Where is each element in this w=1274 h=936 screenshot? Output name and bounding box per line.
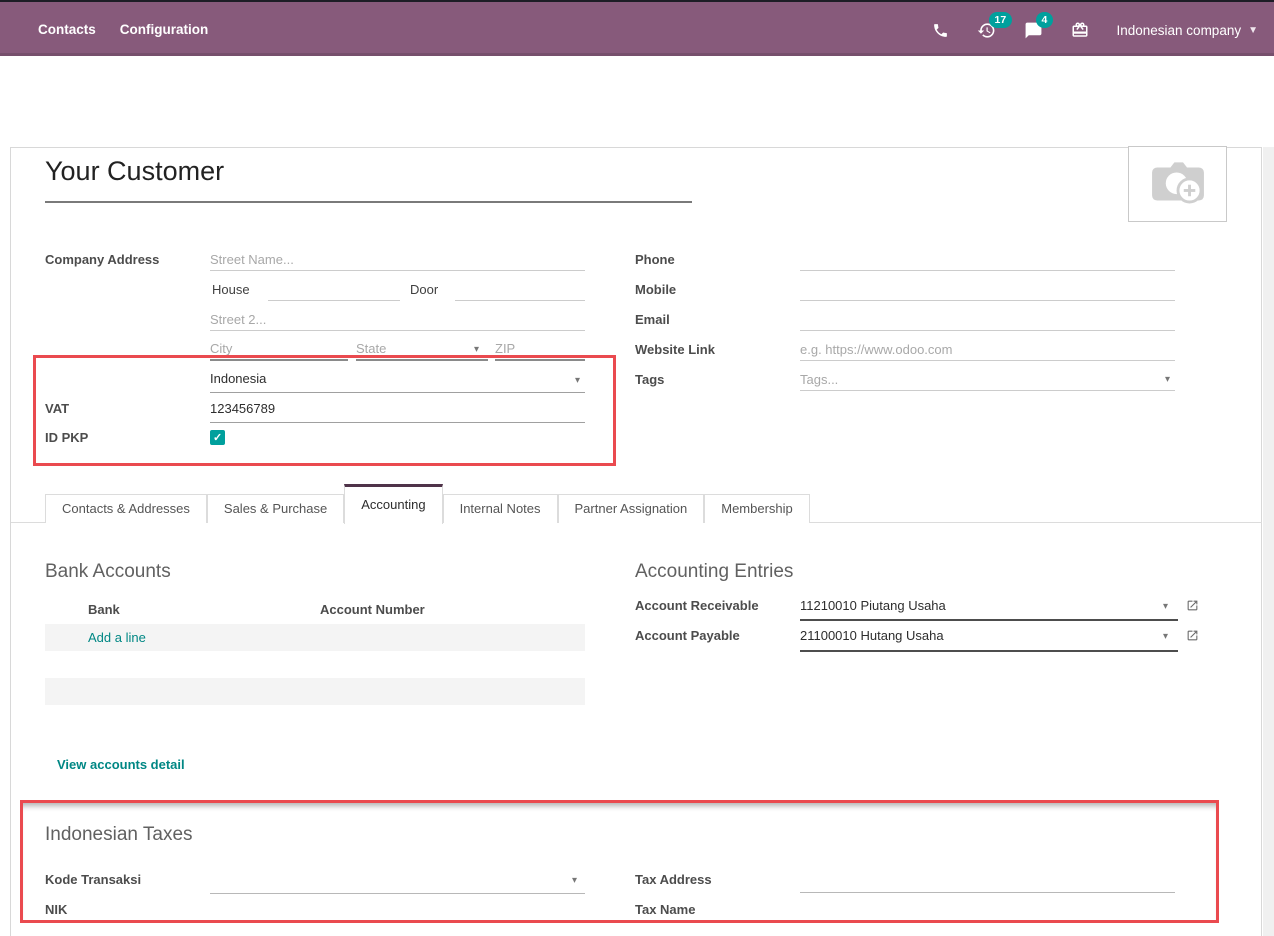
tax-name-label: Tax Name [635,902,695,917]
house-label: House [212,282,250,297]
account-payable-label: Account Payable [635,628,740,643]
kode-transaksi-underline [210,893,585,894]
contact-image-placeholder[interactable] [1128,146,1227,222]
title-underline [45,201,692,203]
street2-input[interactable] [210,310,585,331]
indonesian-taxes-heading: Indonesian Taxes [45,824,193,846]
bank-table-header: Bank Account Number [45,596,585,624]
tab-partner-assignation[interactable]: Partner Assignation [558,494,705,523]
zip-input[interactable] [495,340,585,361]
state-caret-down-icon[interactable]: ▾ [474,344,479,355]
company-address-label: Company Address [45,252,159,267]
chat-icon[interactable]: 4 [1024,21,1043,40]
street-input[interactable] [210,250,585,271]
navbar-menus: Contacts Configuration [38,22,208,37]
receivable-external-link-icon[interactable] [1186,599,1199,615]
receivable-caret-down-icon[interactable]: ▾ [1163,601,1168,612]
id-pkp-checkbox[interactable] [210,430,225,445]
activity-clock-icon[interactable]: 17 [977,21,996,40]
caret-down-icon: ▼ [1248,25,1258,36]
message-count-badge: 4 [1036,12,1054,28]
phone-input[interactable] [800,250,1175,271]
website-link-label: Website Link [635,342,715,357]
bank-accounts-heading: Bank Accounts [45,561,171,583]
camera-add-icon [1142,155,1214,213]
door-label: Door [410,282,438,297]
account-receivable-value[interactable]: 11210010 Piutang Usaha [800,598,946,613]
notebook-tabs: Contacts & Addresses Sales & Purchase Ac… [45,484,810,524]
country-caret-down-icon[interactable]: ▾ [575,375,580,386]
tab-membership[interactable]: Membership [704,494,810,523]
account-receivable-label: Account Receivable [635,598,759,613]
payable-caret-down-icon[interactable]: ▾ [1163,631,1168,642]
account-payable-value[interactable]: 21100010 Hutang Usaha [800,628,944,643]
bank-table-add-line-row: Add a line [45,624,585,651]
country-underline [210,392,585,393]
website-input[interactable] [800,340,1175,361]
activity-count-badge: 17 [989,12,1013,28]
mobile-input[interactable] [800,280,1175,301]
kode-transaksi-caret-down-icon[interactable]: ▾ [572,875,577,886]
state-select[interactable] [356,340,488,361]
house-input[interactable] [268,280,400,301]
menu-configuration[interactable]: Configuration [120,22,208,37]
nik-label: NIK [45,902,67,917]
phone-icon[interactable] [932,22,949,39]
tax-address-input[interactable] [800,872,1175,893]
country-select-value[interactable]: Indonesia [210,371,266,386]
kode-transaksi-label: Kode Transaksi [45,872,141,887]
payable-external-link-icon[interactable] [1186,629,1199,645]
company-switcher[interactable]: Indonesian company ▼ [1117,23,1259,38]
page-title: Your Customer [45,156,224,187]
phone-label: Phone [635,252,675,267]
vat-label: VAT [45,401,69,416]
id-pkp-label: ID PKP [45,430,88,445]
gift-icon[interactable] [1071,21,1089,39]
account-number-column-header: Account Number [320,602,425,617]
add-a-line-link[interactable]: Add a line [88,630,146,645]
tags-caret-down-icon[interactable]: ▾ [1165,374,1170,385]
accounting-entries-heading: Accounting Entries [635,561,793,583]
vat-underline [210,422,585,423]
email-input[interactable] [800,310,1175,331]
door-input[interactable] [455,280,585,301]
tax-address-label: Tax Address [635,872,712,887]
menu-contacts[interactable]: Contacts [38,22,96,37]
tab-internal-notes[interactable]: Internal Notes [443,494,558,523]
city-input[interactable] [210,340,348,361]
bank-table-empty-row [45,651,585,678]
company-name: Indonesian company [1117,23,1242,38]
tab-sales-purchase[interactable]: Sales & Purchase [207,494,344,523]
email-label: Email [635,312,670,327]
mobile-label: Mobile [635,282,676,297]
bank-table-empty-row [45,678,585,705]
tags-label: Tags [635,372,664,387]
payable-underline [800,650,1178,652]
tags-input[interactable] [800,370,1175,391]
navbar-systray: 17 4 Indonesian company ▼ [932,2,1259,58]
vat-value[interactable]: 123456789 [210,401,275,416]
receivable-underline [800,619,1178,621]
view-accounts-detail-link[interactable]: View accounts detail [57,757,185,772]
bank-column-header: Bank [88,602,120,617]
page-background-strip [1263,147,1274,936]
top-navbar: Contacts Configuration 17 4 Indonesian c… [0,0,1274,56]
tab-accounting[interactable]: Accounting [344,484,442,524]
tab-contacts-addresses[interactable]: Contacts & Addresses [45,494,207,523]
